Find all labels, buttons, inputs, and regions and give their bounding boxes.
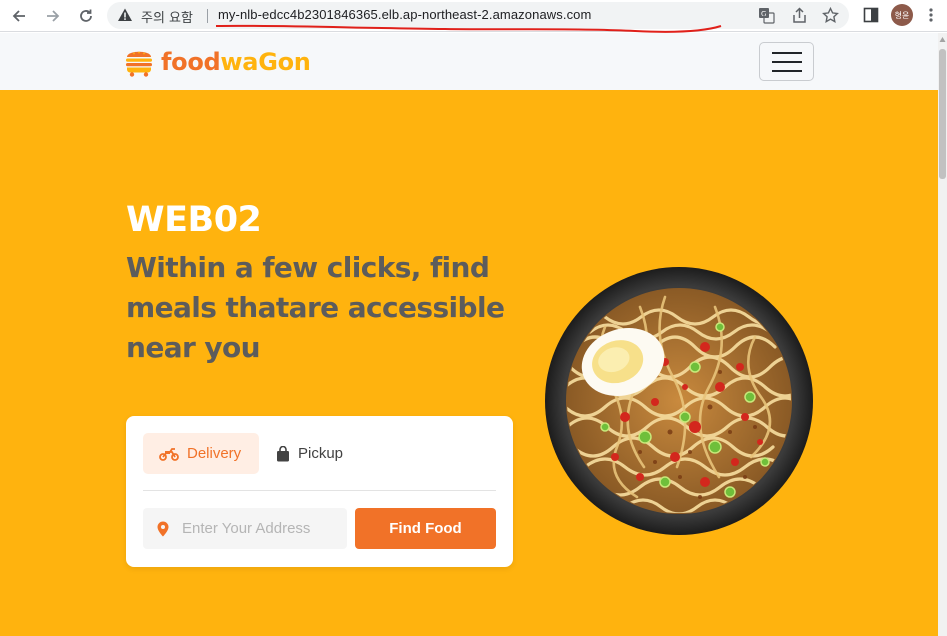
hamburger-line bbox=[771, 60, 802, 63]
web-page: foodwaGon WEB02 Within a few clicks, fin… bbox=[0, 33, 938, 636]
address-bar[interactable]: 주의 요함 my-nlb-edcc4b2301846365.elb.ap-nor… bbox=[107, 2, 849, 33]
hamburger-line bbox=[771, 51, 802, 54]
motorcycle-icon bbox=[159, 447, 179, 461]
arrow-right-icon bbox=[47, 10, 60, 22]
tab-delivery-label: Delivery bbox=[187, 445, 242, 462]
logo-gon: Gon bbox=[258, 47, 311, 76]
more-menu-icon[interactable] bbox=[920, 4, 942, 26]
back-button[interactable] bbox=[7, 4, 31, 28]
address-field[interactable] bbox=[143, 508, 347, 549]
tab-pickup-label: Pickup bbox=[298, 445, 344, 462]
hero-subtitle: Within a few clicks, find meals thatare … bbox=[126, 251, 505, 364]
translate-icon[interactable]: G bbox=[757, 6, 776, 25]
logo-food: food bbox=[161, 47, 221, 76]
forward-button[interactable] bbox=[41, 4, 65, 28]
omnibox-separator bbox=[207, 9, 208, 23]
hamburger-line bbox=[771, 69, 802, 72]
shopping-bag-icon bbox=[276, 445, 290, 462]
browser-toolbar: 주의 요함 my-nlb-edcc4b2301846365.elb.ap-nor… bbox=[0, 0, 947, 33]
side-panel-icon[interactable] bbox=[860, 4, 882, 26]
warning-icon[interactable] bbox=[117, 7, 133, 23]
security-label[interactable]: 주의 요함 bbox=[141, 7, 193, 26]
reload-button[interactable] bbox=[74, 4, 98, 28]
arrow-left-icon bbox=[12, 10, 25, 22]
scroll-up-arrow-icon[interactable] bbox=[939, 36, 946, 44]
card-divider bbox=[143, 490, 496, 491]
logo-wa: wa bbox=[220, 47, 259, 76]
reload-icon bbox=[80, 9, 92, 22]
noodle-bowl-image bbox=[545, 267, 813, 535]
page-scrollbar[interactable] bbox=[938, 33, 947, 636]
menu-toggle-button[interactable] bbox=[759, 42, 814, 81]
food-search-card: Delivery Pickup Find Food bbox=[126, 416, 513, 567]
tab-delivery[interactable]: Delivery bbox=[143, 433, 259, 474]
find-food-button[interactable]: Find Food bbox=[355, 508, 496, 549]
hero-title: WEB02 bbox=[126, 200, 262, 240]
profile-avatar[interactable]: 형윤 bbox=[891, 4, 913, 26]
bookmark-star-icon[interactable] bbox=[821, 6, 840, 25]
site-logo[interactable]: foodwaGon bbox=[125, 46, 311, 77]
share-icon[interactable] bbox=[790, 6, 809, 25]
scrollbar-thumb[interactable] bbox=[939, 49, 946, 179]
logo-wordmark: foodwaGon bbox=[161, 48, 311, 76]
address-input[interactable] bbox=[182, 520, 332, 537]
tab-pickup[interactable]: Pickup bbox=[276, 433, 366, 474]
url-text[interactable]: my-nlb-edcc4b2301846365.elb.ap-northeast… bbox=[218, 7, 591, 22]
hero-section: WEB02 Within a few clicks, find meals th… bbox=[0, 90, 938, 636]
site-navbar: foodwaGon bbox=[0, 33, 938, 90]
location-pin-icon bbox=[157, 521, 169, 537]
burger-cart-icon bbox=[126, 51, 152, 77]
